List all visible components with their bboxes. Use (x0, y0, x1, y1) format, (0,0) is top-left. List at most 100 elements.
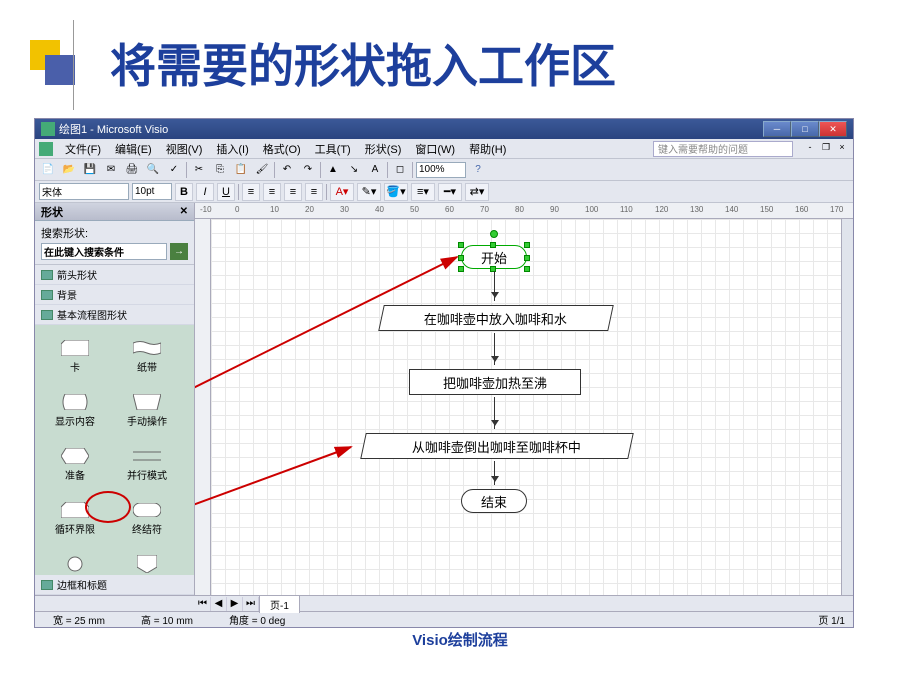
menu-view[interactable]: 视图(V) (160, 139, 209, 159)
tab-last-icon[interactable]: ⏭ (243, 597, 259, 611)
page-tab-1[interactable]: 页-1 (259, 595, 300, 613)
zoom-select[interactable]: 100% (416, 162, 466, 178)
shape-manual[interactable]: 手动操作 (111, 383, 183, 437)
status-page: 页 1/1 (818, 612, 845, 627)
drawing-grid[interactable]: 开始 在咖啡壶中放入咖啡和水 把咖啡壶加热至沸 (211, 219, 841, 595)
shapes-panel: 形状 ✕ 搜索形状: 在此键入搜索条件 → 箭头形状 背景 基本流程图形状 卡 … (35, 203, 195, 595)
line-color-icon[interactable]: ✎▾ (357, 183, 381, 201)
status-bar: 宽 = 25 mm 高 = 10 mm 角度 = 0 deg 页 1/1 (35, 611, 853, 627)
flowchart-step2[interactable]: 把咖啡壶加热至沸 (409, 369, 581, 395)
cut-icon[interactable]: ✂ (190, 161, 208, 179)
stencil-backgrounds[interactable]: 背景 (35, 285, 194, 305)
shape-terminator[interactable]: 终结符 (111, 491, 183, 545)
doc-close-icon[interactable]: × (835, 142, 849, 156)
shape-parallel[interactable]: 并行模式 (111, 437, 183, 491)
divider (73, 20, 74, 110)
search-input[interactable]: 在此键入搜索条件 (41, 243, 167, 260)
mail-icon[interactable]: ✉ (102, 161, 120, 179)
shape-loop-limit[interactable]: 循环界限 (39, 491, 111, 545)
preview-icon[interactable]: 🔍 (144, 161, 162, 179)
line-pattern-icon[interactable]: ━▾ (438, 183, 462, 201)
print-icon[interactable]: 🖨 (123, 161, 141, 179)
flowchart-step1[interactable]: 在咖啡壶中放入咖啡和水 (378, 305, 614, 331)
format-painter-icon[interactable]: 🖌 (253, 161, 271, 179)
pointer-icon[interactable]: ▲ (324, 161, 342, 179)
menu-shapes[interactable]: 形状(S) (359, 139, 408, 159)
page-tabs-bar: ⏮ ◀ ▶ ⏭ 页-1 (35, 595, 853, 611)
underline-button[interactable]: U (217, 183, 235, 201)
flowchart-step3[interactable]: 从咖啡壶倒出咖啡至咖啡杯中 (360, 433, 634, 459)
minimize-button[interactable]: ─ (763, 121, 791, 137)
shape-preparation[interactable]: 准备 (39, 437, 111, 491)
connector-4[interactable] (494, 461, 495, 485)
maximize-button[interactable]: □ (791, 121, 819, 137)
connector-2[interactable] (494, 333, 495, 365)
size-select[interactable]: 10pt (132, 183, 172, 200)
doc-restore-icon[interactable]: ❐ (819, 142, 833, 156)
font-select[interactable]: 宋体 (39, 183, 129, 200)
shapes-panel-header: 形状 ✕ (35, 203, 194, 221)
shape-onpage-ref[interactable]: 页面内引用 (39, 545, 111, 575)
undo-icon[interactable]: ↶ (278, 161, 296, 179)
italic-button[interactable]: I (196, 183, 214, 201)
menu-window[interactable]: 窗口(W) (409, 139, 461, 159)
new-icon[interactable]: 📄 (39, 161, 57, 179)
panel-close-icon[interactable]: ✕ (180, 206, 188, 217)
standard-toolbar: 📄 📂 💾 ✉ 🖨 🔍 ✓ ✂ ⎘ 📋 🖌 ↶ ↷ ▲ ↘ A ◻ 100% ? (35, 159, 853, 181)
spell-icon[interactable]: ✓ (165, 161, 183, 179)
bold-button[interactable]: B (175, 183, 193, 201)
slide-title: 将需要的形状拖入工作区 (110, 30, 616, 96)
copy-icon[interactable]: ⎘ (211, 161, 229, 179)
help-search-box[interactable]: 键入需要帮助的问题 (653, 141, 793, 157)
connector-icon[interactable]: ↘ (345, 161, 363, 179)
status-height: 高 = 10 mm (131, 612, 203, 627)
search-go-button[interactable]: → (170, 243, 188, 260)
shape-tape[interactable]: 纸带 (111, 329, 183, 383)
tab-first-icon[interactable]: ⏮ (195, 597, 211, 611)
search-label: 搜索形状: (41, 225, 188, 241)
flowchart-end[interactable]: 结束 (461, 489, 527, 513)
tab-prev-icon[interactable]: ◀ (211, 597, 227, 611)
format-toolbar: 宋体 10pt B I U ≡ ≡ ≡ ≡ A▾ ✎▾ 🪣▾ ≡▾ ━▾ ⇄▾ (35, 181, 853, 203)
text-icon[interactable]: A (366, 161, 384, 179)
fill-color-icon[interactable]: 🪣▾ (384, 183, 408, 201)
tab-next-icon[interactable]: ▶ (227, 597, 243, 611)
align-left-icon[interactable]: ≡ (242, 183, 260, 201)
shape-card[interactable]: 卡 (39, 329, 111, 383)
close-button[interactable]: ✕ (819, 121, 847, 137)
shape-display[interactable]: 显示内容 (39, 383, 111, 437)
menu-format[interactable]: 格式(O) (257, 139, 307, 159)
font-color-icon[interactable]: A▾ (330, 183, 354, 201)
status-angle: 角度 = 0 deg (219, 612, 295, 627)
shapes-icon[interactable]: ◻ (391, 161, 409, 179)
ruler-vertical (195, 219, 211, 595)
menu-tools[interactable]: 工具(T) (309, 139, 357, 159)
paste-icon[interactable]: 📋 (232, 161, 250, 179)
connector-3[interactable] (494, 397, 495, 429)
align-right-icon[interactable]: ≡ (284, 183, 302, 201)
line-weight-icon[interactable]: ≡▾ (411, 183, 435, 201)
line-ends-icon[interactable]: ⇄▾ (465, 183, 489, 201)
redo-icon[interactable]: ↷ (299, 161, 317, 179)
flowchart-start[interactable]: 开始 (461, 245, 527, 269)
open-icon[interactable]: 📂 (60, 161, 78, 179)
menu-edit[interactable]: 编辑(E) (109, 139, 158, 159)
vertical-scrollbar[interactable] (841, 219, 853, 595)
help-icon[interactable]: ? (469, 161, 487, 179)
canvas[interactable]: -10 0 10 20 30 40 50 60 70 80 90 100 110… (195, 203, 853, 595)
menu-insert[interactable]: 插入(I) (210, 139, 254, 159)
align-center-icon[interactable]: ≡ (263, 183, 281, 201)
doc-minimize-icon[interactable]: - (803, 142, 817, 156)
connector-1[interactable] (494, 271, 495, 301)
status-width: 宽 = 25 mm (43, 612, 115, 627)
stencil-basic-flowchart[interactable]: 基本流程图形状 (35, 305, 194, 325)
stencil-arrows[interactable]: 箭头形状 (35, 265, 194, 285)
shape-search-area: 搜索形状: 在此键入搜索条件 → (35, 221, 194, 265)
align-justify-icon[interactable]: ≡ (305, 183, 323, 201)
stencil-borders-titles[interactable]: 边框和标题 (35, 575, 194, 595)
titlebar[interactable]: 绘图1 - Microsoft Visio ─ □ ✕ (35, 119, 853, 139)
shape-offpage-ref[interactable]: 离页引用 (111, 545, 183, 575)
save-icon[interactable]: 💾 (81, 161, 99, 179)
menu-file[interactable]: 文件(F) (59, 139, 107, 159)
menu-help[interactable]: 帮助(H) (463, 139, 512, 159)
